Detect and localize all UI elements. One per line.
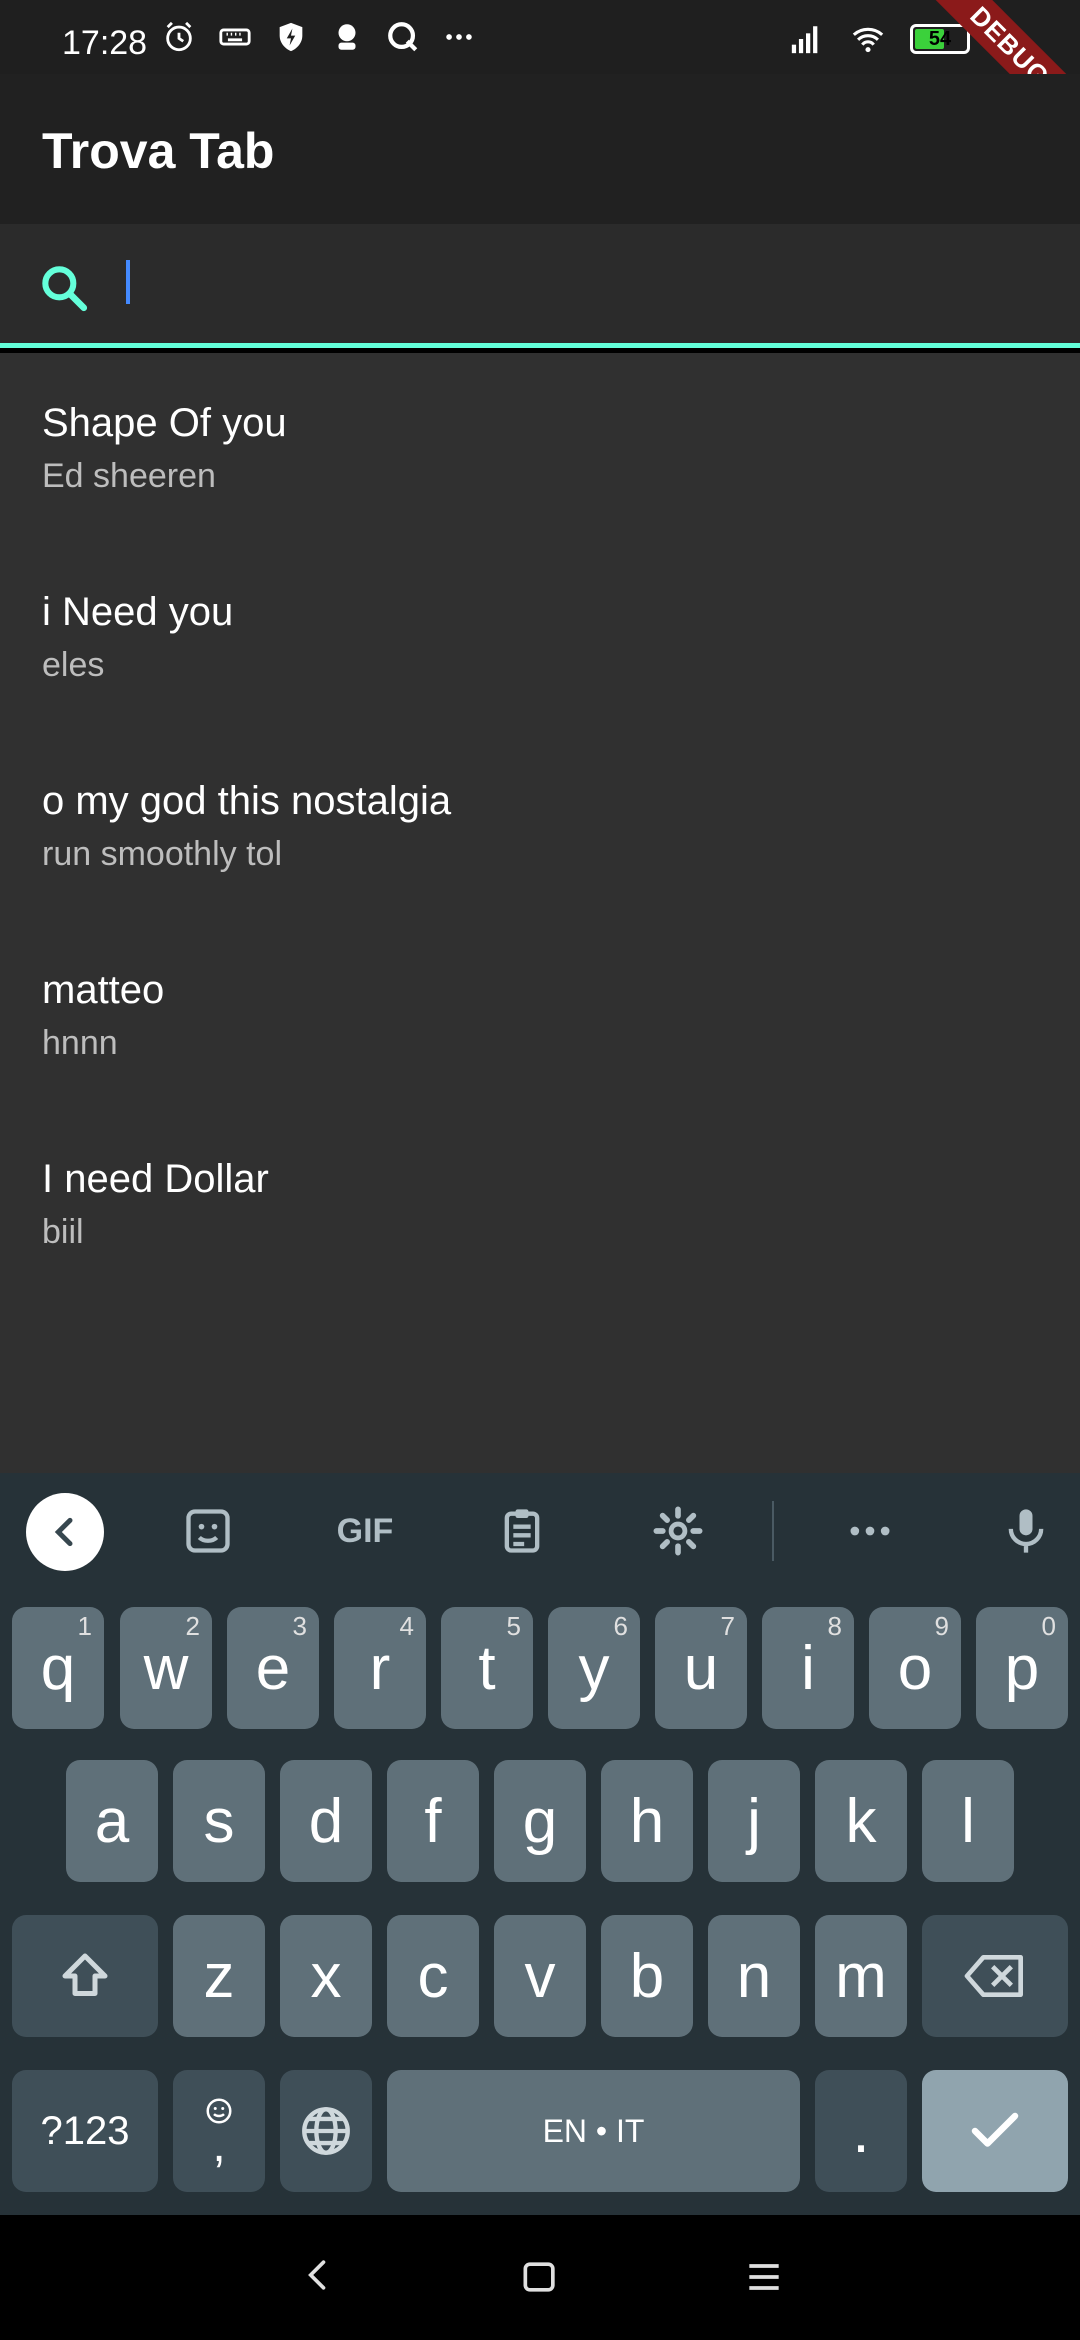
on-screen-keyboard: GIF q1 w2 e3 r4 t5 y6 u7 i8 o9 p0 a s d … <box>0 1473 1080 2215</box>
key-m[interactable]: m <box>815 1915 907 2037</box>
key-i[interactable]: i8 <box>762 1607 854 1729</box>
key-f[interactable]: f <box>387 1760 479 1882</box>
clipboard-button[interactable] <box>490 1499 554 1563</box>
sticker-button[interactable] <box>176 1499 240 1563</box>
gif-button[interactable]: GIF <box>330 1499 400 1563</box>
period-key[interactable]: . <box>815 2070 907 2192</box>
square-icon <box>523 2262 555 2292</box>
keyboard-collapse-button[interactable] <box>26 1493 104 1571</box>
globe-icon <box>302 2107 350 2155</box>
song-artist: Ed sheeren <box>42 457 216 495</box>
song-artist: run smoothly tol <box>42 835 282 873</box>
sticker-icon <box>186 1509 230 1553</box>
keyboard-status-icon <box>219 28 251 46</box>
shift-icon <box>62 1953 108 1996</box>
clipboard-icon <box>504 1509 540 1553</box>
list-item[interactable]: o my god this nostalgia run smoothly tol <box>0 731 1080 920</box>
wifi-icon <box>852 27 884 53</box>
key-u[interactable]: u7 <box>655 1607 747 1729</box>
enter-key[interactable] <box>922 2070 1068 2192</box>
key-y[interactable]: y6 <box>548 1607 640 1729</box>
song-artist: biil <box>42 1213 84 1251</box>
list-item[interactable]: matteo hnnn <box>0 920 1080 1109</box>
more-horizontal-icon <box>850 1526 890 1536</box>
chevron-left-icon <box>54 1517 73 1547</box>
song-title: i Need you <box>42 590 234 634</box>
symbols-key[interactable]: ?123 <box>12 2070 158 2192</box>
user-badge-icon <box>338 24 356 50</box>
song-artist: eles <box>42 646 105 684</box>
key-e[interactable]: e3 <box>227 1607 319 1729</box>
menu-icon <box>749 2264 779 2290</box>
alarm-icon <box>166 21 192 52</box>
battery-icon: 54 <box>910 24 970 54</box>
key-c[interactable]: c <box>387 1915 479 2037</box>
chevron-left-icon <box>308 2260 326 2290</box>
key-w[interactable]: w2 <box>120 1607 212 1729</box>
key-j[interactable]: j <box>708 1760 800 1882</box>
key-n[interactable]: n <box>708 1915 800 2037</box>
page-title: Trova Tab <box>42 123 275 179</box>
signal-icon <box>791 26 818 54</box>
song-list: Shape Of you Ed sheeren i Need you eles … <box>0 353 1080 1473</box>
key-r[interactable]: r4 <box>334 1607 426 1729</box>
list-item[interactable]: Shape Of you Ed sheeren <box>0 353 1080 542</box>
key-h[interactable]: h <box>601 1760 693 1882</box>
key-o[interactable]: o9 <box>869 1607 961 1729</box>
shift-key[interactable] <box>12 1915 158 2037</box>
key-t[interactable]: t5 <box>441 1607 533 1729</box>
status-time: 17:28 <box>62 24 148 62</box>
backspace-icon <box>964 1955 1024 1997</box>
shield-icon <box>279 22 303 52</box>
microphone-icon <box>1008 1509 1044 1553</box>
space-key[interactable]: EN • IT <box>387 2070 800 2192</box>
song-title: o my god this nostalgia <box>42 779 452 823</box>
key-k[interactable]: k <box>815 1760 907 1882</box>
keyboard-toolbar: GIF <box>0 1473 1080 1589</box>
toolbar-divider <box>772 1501 774 1561</box>
key-a[interactable]: a <box>66 1760 158 1882</box>
list-item[interactable]: i Need you eles <box>0 542 1080 731</box>
check-icon <box>971 2112 1019 2147</box>
q-app-icon <box>388 22 418 52</box>
key-b[interactable]: b <box>601 1915 693 2037</box>
key-l[interactable]: l <box>922 1760 1014 1882</box>
nav-recents-button[interactable] <box>742 2247 786 2307</box>
text-caret <box>126 260 130 304</box>
system-navigation-bar <box>0 2215 1080 2340</box>
search-field[interactable] <box>0 224 1080 348</box>
key-z[interactable]: z <box>173 1915 265 2037</box>
settings-button[interactable] <box>646 1499 710 1563</box>
more-notifications-icon <box>446 34 472 40</box>
key-q[interactable]: q1 <box>12 1607 104 1729</box>
key-x[interactable]: x <box>280 1915 372 2037</box>
status-bar: 17:28 54 DEBUG <box>0 0 1080 153</box>
battery-percent: 54 <box>928 27 952 50</box>
comma-emoji-key[interactable]: , <box>173 2070 265 2192</box>
app-bar: Trova Tab <box>0 74 1080 224</box>
voice-input-button[interactable] <box>994 1499 1058 1563</box>
key-v[interactable]: v <box>494 1915 586 2037</box>
backspace-key[interactable] <box>922 1915 1068 2037</box>
status-icons-right: 54 <box>786 22 970 56</box>
song-title: I need Dollar <box>42 1157 269 1201</box>
key-d[interactable]: d <box>280 1760 372 1882</box>
nav-back-button[interactable] <box>296 2245 340 2305</box>
language-key[interactable] <box>280 2070 372 2192</box>
song-artist: hnnn <box>42 1024 118 1062</box>
more-options-button[interactable] <box>838 1499 902 1563</box>
key-s[interactable]: s <box>173 1760 265 1882</box>
status-icons-left <box>162 20 476 54</box>
song-title: matteo <box>42 968 165 1012</box>
comma-label: , <box>212 2119 226 2172</box>
nav-home-button[interactable] <box>518 2247 562 2307</box>
gear-icon <box>653 1506 703 1556</box>
search-icon <box>42 266 88 312</box>
key-p[interactable]: p0 <box>976 1607 1068 1729</box>
song-title: Shape Of you <box>42 401 287 445</box>
key-g[interactable]: g <box>494 1760 586 1882</box>
list-item[interactable]: I need Dollar biil <box>0 1109 1080 1298</box>
